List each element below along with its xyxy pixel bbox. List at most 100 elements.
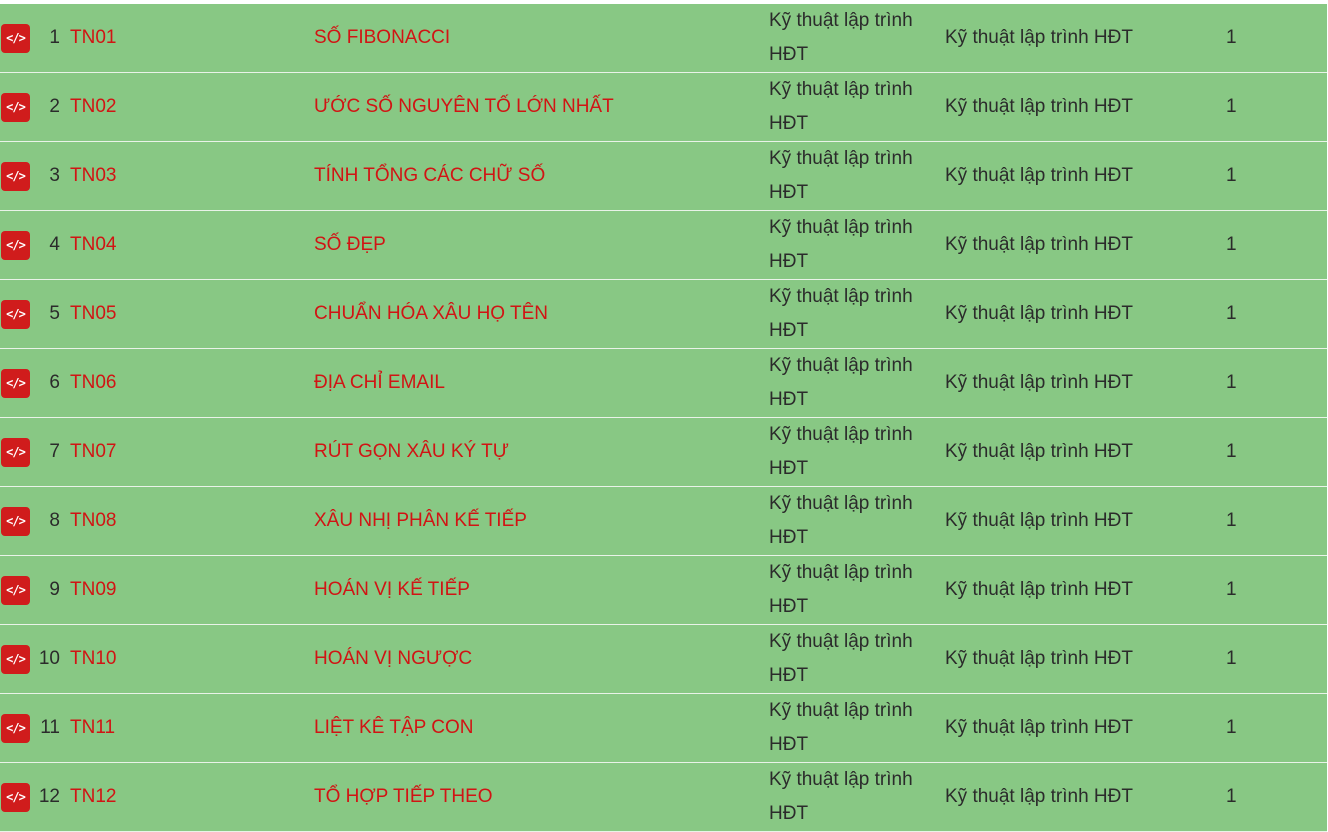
problem-group: Kỹ thuật lập trình HĐT <box>769 355 913 410</box>
problem-code-link[interactable]: TN12 <box>70 763 116 831</box>
code-icon[interactable]: </> <box>1 713 30 743</box>
problem-title-link[interactable]: SỐ FIBONACCI <box>314 4 450 72</box>
problem-title-link[interactable]: TÍNH TỔNG CÁC CHỮ SỐ <box>314 142 545 210</box>
table-row: </> 2 TN02 ƯỚC SỐ NGUYÊN TỐ LỚN NHẤT Kỹ … <box>0 73 1327 142</box>
row-number: 6 <box>49 372 60 393</box>
table-row: </> 8 TN08 XÂU NHỊ PHÂN KẾ TIẾP Kỹ thuật… <box>0 487 1327 556</box>
problem-group: Kỹ thuật lập trình HĐT <box>769 700 913 755</box>
problem-subject: Kỹ thuật lập trình HĐT <box>945 96 1133 117</box>
problem-title-link[interactable]: LIỆT KÊ TẬP CON <box>314 694 473 762</box>
problem-title-link[interactable]: TỔ HỢP TIẾP THEO <box>314 763 493 831</box>
problem-level: 1 <box>1226 27 1237 48</box>
problem-code-link[interactable]: TN06 <box>70 349 116 417</box>
problem-level: 1 <box>1226 786 1237 807</box>
problem-subject: Kỹ thuật lập trình HĐT <box>945 165 1133 186</box>
row-number: 12 <box>38 786 60 807</box>
code-icon[interactable]: </> <box>1 644 30 674</box>
problem-level: 1 <box>1226 441 1237 462</box>
row-number: 9 <box>49 579 60 600</box>
code-button[interactable]: </> <box>1 73 30 141</box>
problem-level: 1 <box>1226 96 1237 117</box>
problem-group: Kỹ thuật lập trình HĐT <box>769 631 913 686</box>
row-number: 1 <box>49 27 60 48</box>
problem-code-link[interactable]: TN09 <box>70 556 116 624</box>
code-icon[interactable]: </> <box>1 92 30 122</box>
code-button[interactable]: </> <box>1 349 30 417</box>
problem-code-link[interactable]: TN01 <box>70 4 116 72</box>
problem-subject: Kỹ thuật lập trình HĐT <box>945 579 1133 600</box>
problem-group: Kỹ thuật lập trình HĐT <box>769 79 913 134</box>
table-row: </> 12 TN12 TỔ HỢP TIẾP THEO Kỹ thuật lậ… <box>0 763 1327 832</box>
problem-subject: Kỹ thuật lập trình HĐT <box>945 510 1133 531</box>
problem-subject: Kỹ thuật lập trình HĐT <box>945 717 1133 738</box>
code-icon[interactable]: </> <box>1 299 30 329</box>
problem-subject: Kỹ thuật lập trình HĐT <box>945 234 1133 255</box>
problem-level: 1 <box>1226 372 1237 393</box>
code-icon[interactable]: </> <box>1 506 30 536</box>
problem-group: Kỹ thuật lập trình HĐT <box>769 10 913 65</box>
problem-subject: Kỹ thuật lập trình HĐT <box>945 27 1133 48</box>
table-row: </> 11 TN11 LIỆT KÊ TẬP CON Kỹ thuật lập… <box>0 694 1327 763</box>
row-number: 4 <box>49 234 60 255</box>
problem-group: Kỹ thuật lập trình HĐT <box>769 769 913 824</box>
problem-group: Kỹ thuật lập trình HĐT <box>769 562 913 617</box>
code-button[interactable]: </> <box>1 487 30 555</box>
problem-code-link[interactable]: TN05 <box>70 280 116 348</box>
code-icon[interactable]: </> <box>1 575 30 605</box>
code-button[interactable]: </> <box>1 418 30 486</box>
problem-code-link[interactable]: TN04 <box>70 211 116 279</box>
code-icon[interactable]: </> <box>1 437 30 467</box>
code-button[interactable]: </> <box>1 625 30 693</box>
problem-title-link[interactable]: SỐ ĐẸP <box>314 211 386 279</box>
code-button[interactable]: </> <box>1 763 30 831</box>
problem-level: 1 <box>1226 717 1237 738</box>
problem-code-link[interactable]: TN08 <box>70 487 116 555</box>
problem-code-link[interactable]: TN03 <box>70 142 116 210</box>
table-row: </> 6 TN06 ĐỊA CHỈ EMAIL Kỹ thuật lập tr… <box>0 349 1327 418</box>
problem-level: 1 <box>1226 303 1237 324</box>
row-number: 5 <box>49 303 60 324</box>
problem-code-link[interactable]: TN02 <box>70 73 116 141</box>
code-button[interactable]: </> <box>1 142 30 210</box>
table-row: </> 4 TN04 SỐ ĐẸP Kỹ thuật lập trình HĐT… <box>0 211 1327 280</box>
problem-level: 1 <box>1226 579 1237 600</box>
problem-table: </> 1 TN01 SỐ FIBONACCI Kỹ thuật lập trì… <box>0 4 1327 832</box>
code-button[interactable]: </> <box>1 556 30 624</box>
problem-level: 1 <box>1226 648 1237 669</box>
problem-title-link[interactable]: CHUẨN HÓA XÂU HỌ TÊN <box>314 280 548 348</box>
code-icon[interactable]: </> <box>1 23 30 53</box>
code-button[interactable]: </> <box>1 280 30 348</box>
problem-subject: Kỹ thuật lập trình HĐT <box>945 441 1133 462</box>
row-number: 10 <box>38 648 60 669</box>
problem-title-link[interactable]: ƯỚC SỐ NGUYÊN TỐ LỚN NHẤT <box>314 73 614 141</box>
problem-group: Kỹ thuật lập trình HĐT <box>769 286 913 341</box>
row-number: 3 <box>49 165 60 186</box>
code-button[interactable]: </> <box>1 211 30 279</box>
problem-title-link[interactable]: HOÁN VỊ NGƯỢC <box>314 625 472 693</box>
code-icon[interactable]: </> <box>1 782 30 812</box>
problem-code-link[interactable]: TN07 <box>70 418 116 486</box>
table-row: </> 7 TN07 RÚT GỌN XÂU KÝ TỰ Kỹ thuật lậ… <box>0 418 1327 487</box>
problem-title-link[interactable]: HOÁN VỊ KẾ TIẾP <box>314 556 470 624</box>
code-button[interactable]: </> <box>1 4 30 72</box>
problem-group: Kỹ thuật lập trình HĐT <box>769 217 913 272</box>
problem-group: Kỹ thuật lập trình HĐT <box>769 424 913 479</box>
row-number: 2 <box>49 96 60 117</box>
table-row: </> 9 TN09 HOÁN VỊ KẾ TIẾP Kỹ thuật lập … <box>0 556 1327 625</box>
row-number: 7 <box>49 441 60 462</box>
problem-group: Kỹ thuật lập trình HĐT <box>769 148 913 203</box>
problem-subject: Kỹ thuật lập trình HĐT <box>945 303 1133 324</box>
problem-title-link[interactable]: ĐỊA CHỈ EMAIL <box>314 349 445 417</box>
code-icon[interactable]: </> <box>1 161 30 191</box>
table-row: </> 3 TN03 TÍNH TỔNG CÁC CHỮ SỐ Kỹ thuật… <box>0 142 1327 211</box>
code-icon[interactable]: </> <box>1 368 30 398</box>
problem-title-link[interactable]: XÂU NHỊ PHÂN KẾ TIẾP <box>314 487 527 555</box>
code-button[interactable]: </> <box>1 694 30 762</box>
problem-level: 1 <box>1226 234 1237 255</box>
problem-title-link[interactable]: RÚT GỌN XÂU KÝ TỰ <box>314 418 509 486</box>
problem-code-link[interactable]: TN11 <box>70 694 115 762</box>
code-icon[interactable]: </> <box>1 230 30 260</box>
table-row: </> 1 TN01 SỐ FIBONACCI Kỹ thuật lập trì… <box>0 4 1327 73</box>
row-number: 8 <box>49 510 60 531</box>
problem-code-link[interactable]: TN10 <box>70 625 116 693</box>
